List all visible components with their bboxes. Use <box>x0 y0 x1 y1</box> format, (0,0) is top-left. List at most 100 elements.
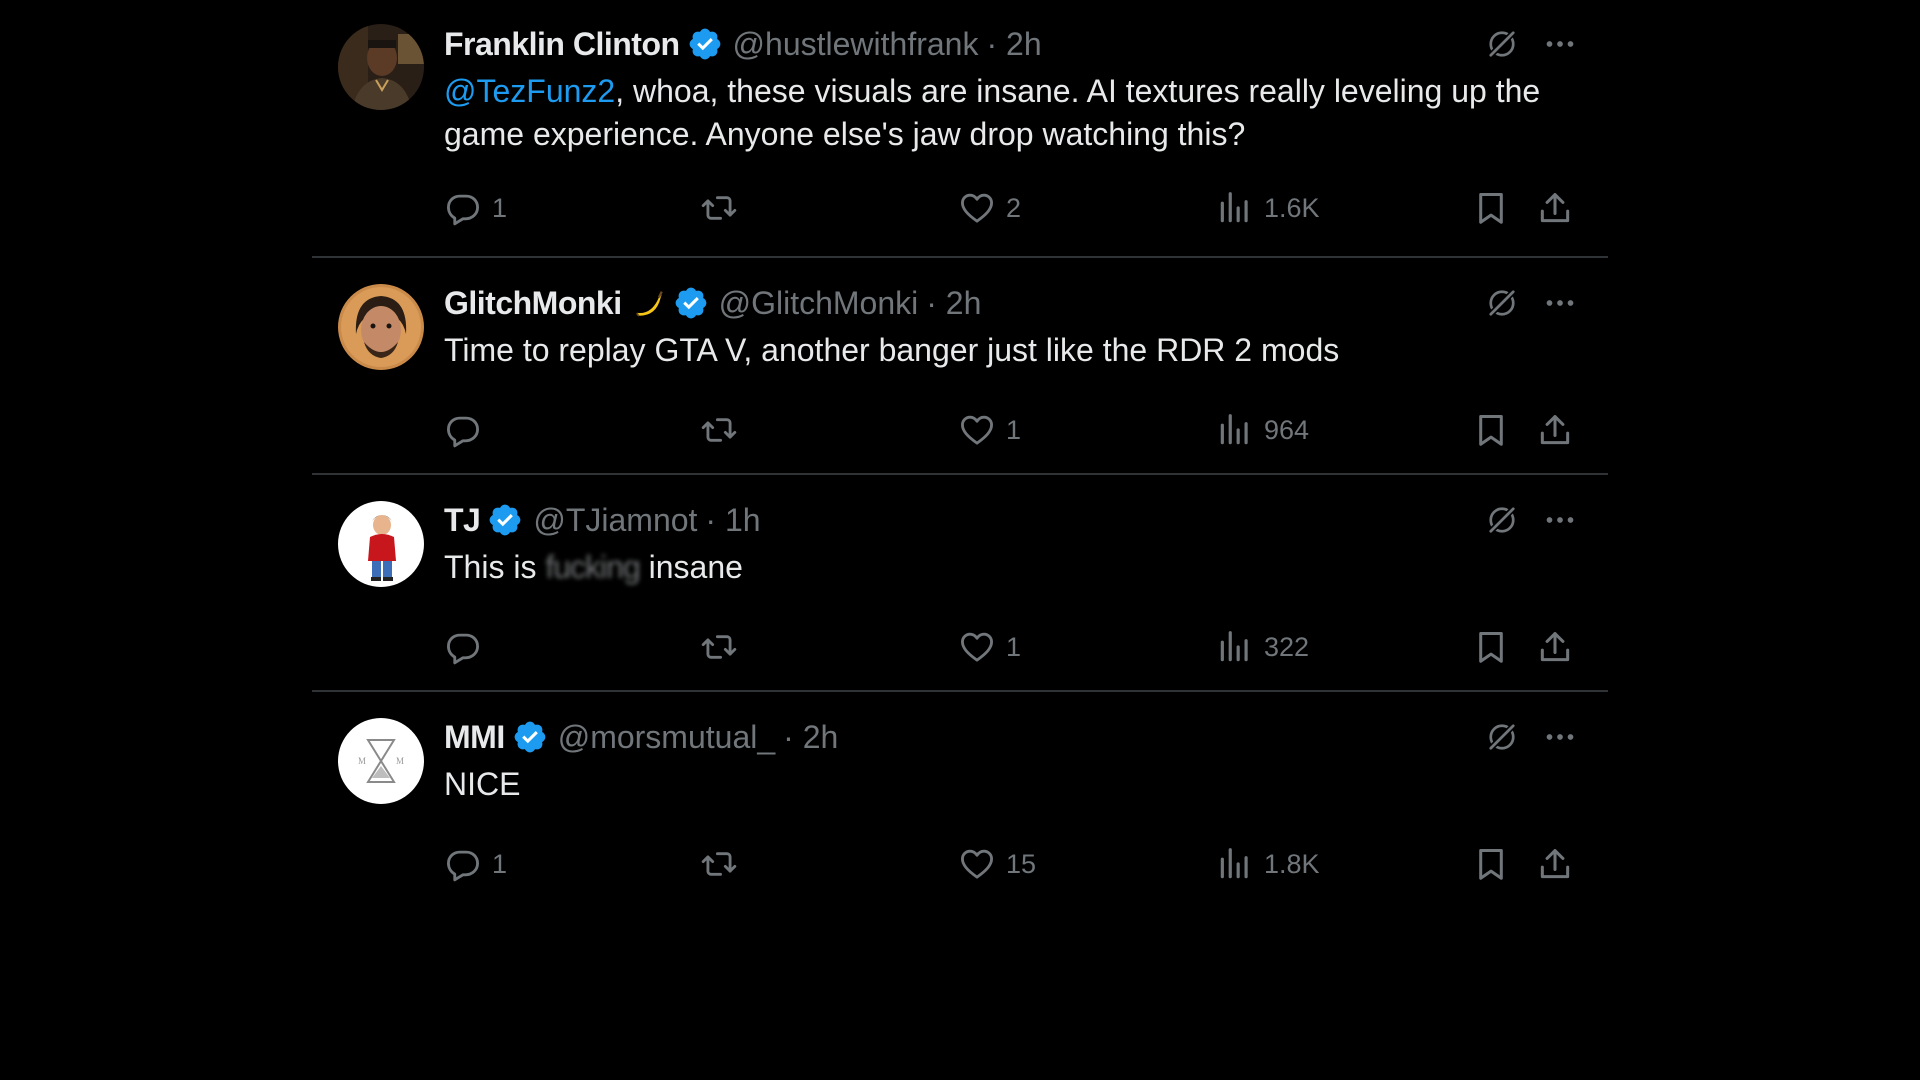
views-button[interactable]: 1.8K <box>1216 842 1320 886</box>
user-handle[interactable]: @GlitchMonki <box>719 285 919 322</box>
tweet-actions: 1 322 <box>444 625 1584 669</box>
heart-icon <box>958 189 996 227</box>
repost-button[interactable] <box>700 625 738 669</box>
mention-link[interactable]: @TezFunz2 <box>444 73 615 109</box>
share-icon <box>1536 411 1574 449</box>
bookmark-button[interactable] <box>1472 408 1510 452</box>
tweet[interactable]: M M MMI @morsmutual_ · 2h NICE 1 15 1.8K <box>312 692 1608 909</box>
share-icon <box>1536 628 1574 666</box>
repost-icon <box>700 411 738 449</box>
tweet-top-actions <box>1484 283 1578 323</box>
grok-icon[interactable] <box>1484 285 1520 321</box>
glitchmonki-avatar[interactable] <box>338 284 424 370</box>
reply-button[interactable] <box>444 408 492 452</box>
grok-icon[interactable] <box>1484 502 1520 538</box>
more-options-icon[interactable] <box>1542 719 1578 755</box>
repost-button[interactable] <box>700 186 738 230</box>
timestamp[interactable]: · 2h <box>926 285 981 322</box>
user-handle[interactable]: @hustlewithfrank <box>733 26 979 63</box>
views-chart-icon <box>1216 411 1254 449</box>
bookmark-button[interactable] <box>1472 842 1510 886</box>
like-count: 1 <box>1006 631 1022 662</box>
like-button[interactable]: 1 <box>958 625 1021 669</box>
reply-button[interactable]: 1 <box>444 186 507 230</box>
grok-icon[interactable] <box>1484 26 1520 62</box>
reply-button[interactable] <box>444 625 492 669</box>
bookmark-icon <box>1472 628 1510 666</box>
share-button[interactable] <box>1536 186 1574 230</box>
verified-badge-icon[interactable] <box>512 719 548 755</box>
views-chart-icon <box>1216 628 1254 666</box>
like-count: 1 <box>1006 414 1022 445</box>
tweet-actions: 1 964 <box>444 408 1584 452</box>
heart-icon <box>958 411 996 449</box>
mmi-logo-avatar[interactable]: M M <box>338 718 424 804</box>
tweet-top-actions <box>1484 24 1578 64</box>
like-count: 2 <box>1006 192 1022 223</box>
tweet[interactable]: GlitchMonki @GlitchMonki · 2h Time to re… <box>312 258 1608 475</box>
verified-badge-icon[interactable] <box>487 502 523 538</box>
like-button[interactable]: 2 <box>958 186 1021 230</box>
tweet-top-actions <box>1484 500 1578 540</box>
franklin-avatar[interactable] <box>338 24 424 110</box>
tweet-text-content: This is <box>444 549 546 585</box>
reply-icon <box>444 189 482 227</box>
like-button[interactable]: 1 <box>958 408 1021 452</box>
grok-icon[interactable] <box>1484 719 1520 755</box>
display-name[interactable]: GlitchMonki <box>444 285 622 322</box>
display-name[interactable]: Franklin Clinton <box>444 26 680 63</box>
user-handle[interactable]: @morsmutual_ <box>558 719 775 756</box>
view-count: 1.8K <box>1264 848 1320 879</box>
svg-text:M: M <box>396 756 404 766</box>
tweet-header: MMI @morsmutual_ · 2h <box>444 717 838 757</box>
reply-icon <box>444 845 482 883</box>
reply-count: 1 <box>492 192 508 223</box>
views-button[interactable]: 322 <box>1216 625 1309 669</box>
repost-button[interactable] <box>700 408 738 452</box>
more-options-icon[interactable] <box>1542 285 1578 321</box>
bookmark-icon <box>1472 411 1510 449</box>
tweet-text: @TezFunz2, whoa, these visuals are insan… <box>444 70 1564 156</box>
like-button[interactable]: 15 <box>958 842 1036 886</box>
verified-badge-icon[interactable] <box>673 285 709 321</box>
view-count: 964 <box>1264 414 1310 445</box>
tweet[interactable]: Franklin Clinton @hustlewithfrank · 2h @… <box>312 0 1608 258</box>
reply-count: 1 <box>492 848 508 879</box>
bookmark-button[interactable] <box>1472 625 1510 669</box>
tweet-header: TJ @TJiamnot · 1h <box>444 500 761 540</box>
share-button[interactable] <box>1536 842 1574 886</box>
display-name[interactable]: TJ <box>444 502 481 539</box>
bookmark-icon <box>1472 845 1510 883</box>
views-button[interactable]: 964 <box>1216 408 1309 452</box>
more-options-icon[interactable] <box>1542 26 1578 62</box>
reply-icon <box>444 628 482 666</box>
reply-feed: Franklin Clinton @hustlewithfrank · 2h @… <box>312 0 1608 909</box>
tweet-actions: 1 2 1.6K <box>444 186 1584 230</box>
reply-icon <box>444 411 482 449</box>
heart-icon <box>958 628 996 666</box>
timestamp[interactable]: · 2h <box>783 719 838 756</box>
view-count: 1.6K <box>1264 192 1320 223</box>
repost-button[interactable] <box>700 842 738 886</box>
tj-avatar[interactable] <box>338 501 424 587</box>
repost-icon <box>700 628 738 666</box>
verified-badge-icon[interactable] <box>687 26 723 62</box>
bookmark-button[interactable] <box>1472 186 1510 230</box>
views-button[interactable]: 1.6K <box>1216 186 1320 230</box>
repost-icon <box>700 189 738 227</box>
display-name[interactable]: MMI <box>444 719 505 756</box>
timestamp[interactable]: · 2h <box>986 26 1041 63</box>
share-icon <box>1536 189 1574 227</box>
reply-button[interactable]: 1 <box>444 842 507 886</box>
share-button[interactable] <box>1536 408 1574 452</box>
tweet[interactable]: TJ @TJiamnot · 1h This is fucking insane… <box>312 475 1608 692</box>
tweet-header: GlitchMonki @GlitchMonki · 2h <box>444 283 981 323</box>
more-options-icon[interactable] <box>1542 502 1578 538</box>
share-button[interactable] <box>1536 625 1574 669</box>
view-count: 322 <box>1264 631 1310 662</box>
views-chart-icon <box>1216 845 1254 883</box>
repost-icon <box>700 845 738 883</box>
share-icon <box>1536 845 1574 883</box>
timestamp[interactable]: · 1h <box>705 502 760 539</box>
user-handle[interactable]: @TJiamnot <box>533 502 697 539</box>
